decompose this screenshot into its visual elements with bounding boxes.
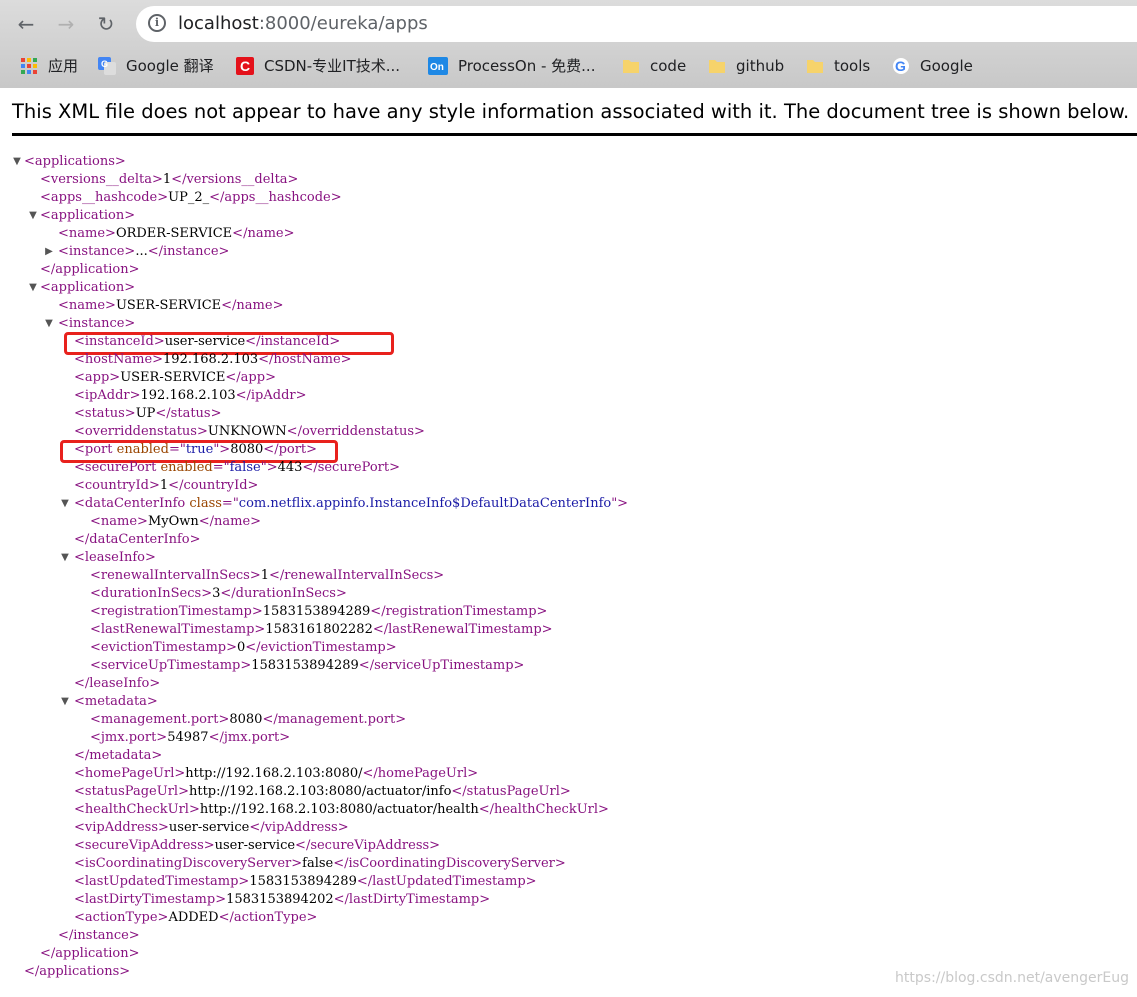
xml-line-home-page-url: <homePageUrl>http://192.168.2.103:8080/<… bbox=[74, 766, 479, 781]
xml-line-application-close: </application> bbox=[40, 262, 140, 277]
folder-icon bbox=[709, 60, 725, 73]
xml-line-apps-hashcode: <apps__hashcode>UP_2_</apps__hashcode> bbox=[40, 190, 342, 205]
xml-line-secure-port: <securePort enabled="false">443</secureP… bbox=[74, 460, 400, 475]
xml-line-instance-open: <instance> bbox=[58, 316, 136, 331]
xml-line-port: <port enabled="true">8080</port> bbox=[74, 442, 318, 457]
xml-line-data-center-info-open: <dataCenterInfo class="com.netflix.appin… bbox=[74, 496, 629, 511]
xml-line-name: <name>ORDER-SERVICE</name> bbox=[58, 226, 295, 241]
xml-line-status-page-url: <statusPageUrl>http://192.168.2.103:8080… bbox=[74, 784, 571, 799]
xml-line-applications-close: </applications> bbox=[24, 964, 131, 979]
xml-line-lease-info-close: </leaseInfo> bbox=[74, 676, 161, 691]
xml-line-host-name: <hostName>192.168.2.103</hostName> bbox=[74, 352, 352, 367]
collapse-triangle-icon[interactable]: ▼ bbox=[60, 549, 70, 567]
xml-line-applications-open: <applications> bbox=[24, 154, 126, 169]
divider bbox=[12, 133, 1137, 136]
xml-line-vip-address: <vipAddress>user-service</vipAddress> bbox=[74, 820, 349, 835]
collapse-triangle-icon[interactable]: ▼ bbox=[28, 279, 38, 297]
xml-line-jmx-port: <jmx.port>54987</jmx.port> bbox=[90, 730, 291, 745]
xml-line-instance-id: <instanceId>user-service</instanceId> bbox=[74, 334, 341, 349]
xml-line-secure-vip-address: <secureVipAddress>user-service</secureVi… bbox=[74, 838, 441, 853]
xml-line-metadata-close: </metadata> bbox=[74, 748, 163, 763]
xml-line-last-updated-timestamp: <lastUpdatedTimestamp>1583153894289</las… bbox=[74, 874, 537, 889]
collapse-triangle-icon[interactable]: ▼ bbox=[12, 153, 22, 171]
watermark: https://blog.csdn.net/avengerEug bbox=[895, 970, 1129, 986]
svg-text:C: C bbox=[240, 58, 250, 74]
xml-line-eviction-timestamp: <evictionTimestamp>0</evictionTimestamp> bbox=[90, 640, 397, 655]
site-info-icon[interactable]: i bbox=[148, 14, 166, 32]
expand-triangle-icon[interactable]: ▶ bbox=[44, 243, 54, 261]
apps-grid-icon bbox=[21, 58, 37, 74]
svg-text:G: G bbox=[895, 58, 906, 74]
url-text[interactable]: localhost:8000/eureka/apps bbox=[178, 13, 428, 34]
xml-line-overridden-status: <overriddenstatus>UNKNOWN</overriddensta… bbox=[74, 424, 425, 439]
bookmarks-bar: 应用 G Google 翻译 C CSDN-专业IT技术... On Proce… bbox=[0, 52, 1137, 80]
xml-viewer-notice: This XML file does not appear to have an… bbox=[12, 100, 1130, 123]
csdn-icon: C bbox=[236, 57, 254, 75]
google-translate-icon: G bbox=[98, 57, 116, 75]
forward-arrow-icon[interactable]: → bbox=[52, 10, 80, 38]
xml-line-name: <name>MyOwn</name> bbox=[90, 514, 262, 529]
svg-text:On: On bbox=[430, 62, 444, 73]
xml-line-lease-info-open: <leaseInfo> bbox=[74, 550, 156, 565]
xml-line-application-close: </application> bbox=[40, 946, 140, 961]
back-arrow-icon[interactable]: ← bbox=[12, 10, 40, 38]
xml-line-status: <status>UP</status> bbox=[74, 406, 222, 421]
xml-line-duration: <durationInSecs>3</durationInSecs> bbox=[90, 586, 347, 601]
google-icon: G bbox=[893, 58, 909, 74]
xml-line-renewal-interval: <renewalIntervalInSecs>1</renewalInterva… bbox=[90, 568, 445, 583]
xml-line-registration-timestamp: <registrationTimestamp>1583153894289</re… bbox=[90, 604, 548, 619]
xml-line-application-open: <application> bbox=[40, 280, 136, 295]
folder-icon bbox=[807, 60, 823, 73]
svg-text:G: G bbox=[101, 59, 108, 69]
xml-line-versions-delta: <versions__delta>1</versions__delta> bbox=[40, 172, 299, 187]
xml-line-last-renewal-timestamp: <lastRenewalTimestamp>1583161802282</las… bbox=[90, 622, 553, 637]
xml-line-service-up-timestamp: <serviceUpTimestamp>1583153894289</servi… bbox=[90, 658, 525, 673]
xml-line-is-coordinating-discovery-server: <isCoordinatingDiscoveryServer>false</is… bbox=[74, 856, 566, 871]
xml-line-health-check-url: <healthCheckUrl>http://192.168.2.103:808… bbox=[74, 802, 609, 817]
xml-line-instance-collapsed: <instance>...</instance> bbox=[58, 244, 230, 259]
browser-chrome: ← → ↻ i localhost:8000/eureka/apps 应用 G … bbox=[0, 0, 1137, 88]
address-bar[interactable]: i localhost:8000/eureka/apps bbox=[136, 6, 1137, 42]
xml-line-management-port: <management.port>8080</management.port> bbox=[90, 712, 407, 727]
collapse-triangle-icon[interactable]: ▼ bbox=[28, 207, 38, 225]
xml-line-data-center-info-close: </dataCenterInfo> bbox=[74, 532, 201, 547]
xml-line-action-type: <actionType>ADDED</actionType> bbox=[74, 910, 318, 925]
xml-line-ip-addr: <ipAddr>192.168.2.103</ipAddr> bbox=[74, 388, 307, 403]
collapse-triangle-icon[interactable]: ▼ bbox=[44, 315, 54, 333]
xml-line-last-dirty-timestamp: <lastDirtyTimestamp>1583153894202</lastD… bbox=[74, 892, 491, 907]
xml-line-app: <app>USER-SERVICE</app> bbox=[74, 370, 276, 385]
xml-line-metadata-open: <metadata> bbox=[74, 694, 158, 709]
collapse-triangle-icon[interactable]: ▼ bbox=[60, 495, 70, 513]
reload-icon[interactable]: ↻ bbox=[92, 10, 120, 38]
xml-line-application-open: <application> bbox=[40, 208, 136, 223]
xml-line-instance-close: </instance> bbox=[58, 928, 140, 943]
xml-line-name: <name>USER-SERVICE</name> bbox=[58, 298, 284, 313]
collapse-triangle-icon[interactable]: ▼ bbox=[60, 693, 70, 711]
processon-icon: On bbox=[428, 57, 448, 75]
folder-icon bbox=[623, 60, 639, 73]
xml-line-country-id: <countryId>1</countryId> bbox=[74, 478, 259, 493]
